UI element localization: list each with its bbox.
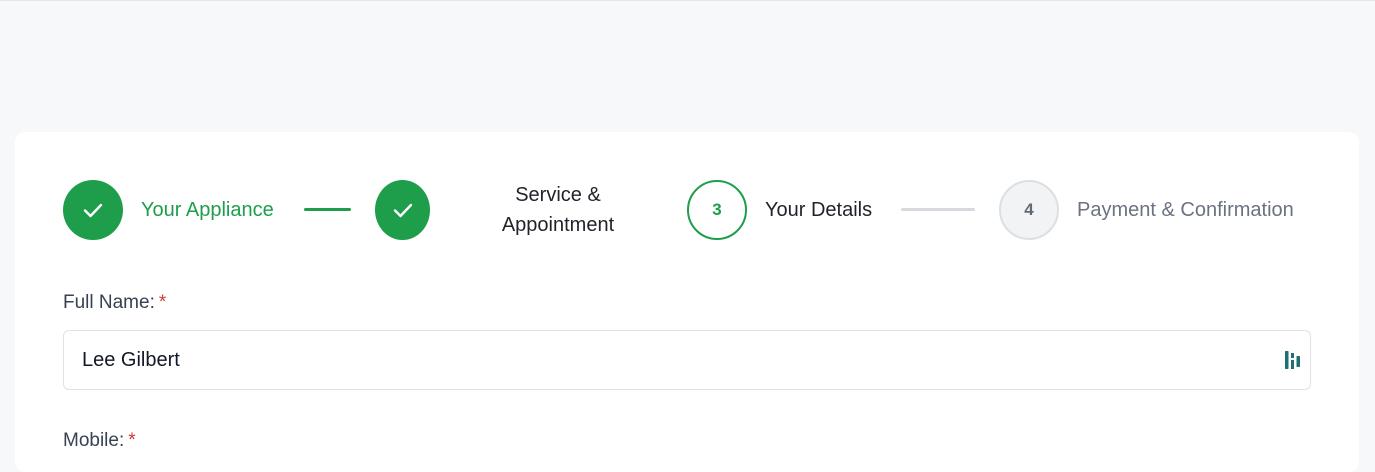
- progress-stepper: Your Appliance Service & Appointment 3 Y…: [63, 180, 1323, 240]
- step-1-label: Your Appliance: [141, 199, 274, 221]
- step-4-label: Payment & Confirmation: [1077, 199, 1294, 221]
- step-3-number: 3: [712, 200, 722, 219]
- step-3-label: Your Details: [765, 199, 873, 221]
- autofill-icon[interactable]: [1284, 349, 1302, 371]
- required-mark: *: [158, 292, 167, 313]
- step-4-indicator: 4: [999, 180, 1059, 240]
- check-icon: [393, 203, 412, 218]
- full-name-field[interactable]: [63, 330, 1311, 390]
- check-icon: [83, 203, 103, 218]
- step-2-indicator: [375, 180, 430, 240]
- full-name-label-text: Full Name:: [63, 292, 155, 313]
- step-3-indicator: 3: [687, 180, 747, 240]
- required-mark: *: [128, 430, 136, 451]
- step-2-label-line2: Appointment: [501, 214, 615, 236]
- mobile-label-text: Mobile:: [63, 430, 125, 451]
- step-connector-3: [901, 208, 975, 211]
- step-4-number: 4: [1024, 200, 1034, 219]
- booking-form-card: Your Appliance Service & Appointment 3 Y…: [15, 132, 1359, 472]
- mobile-label: Mobile: *: [63, 430, 136, 452]
- step-2-label-line1: Service &: [515, 184, 601, 206]
- step-connector-1: [304, 208, 351, 211]
- top-divider: [0, 0, 1375, 1]
- full-name-label: Full Name: *: [63, 292, 166, 314]
- step-1-indicator: [63, 180, 123, 240]
- step-2-label: Service & Appointment: [478, 180, 638, 240]
- full-name-input[interactable]: [82, 331, 1262, 389]
